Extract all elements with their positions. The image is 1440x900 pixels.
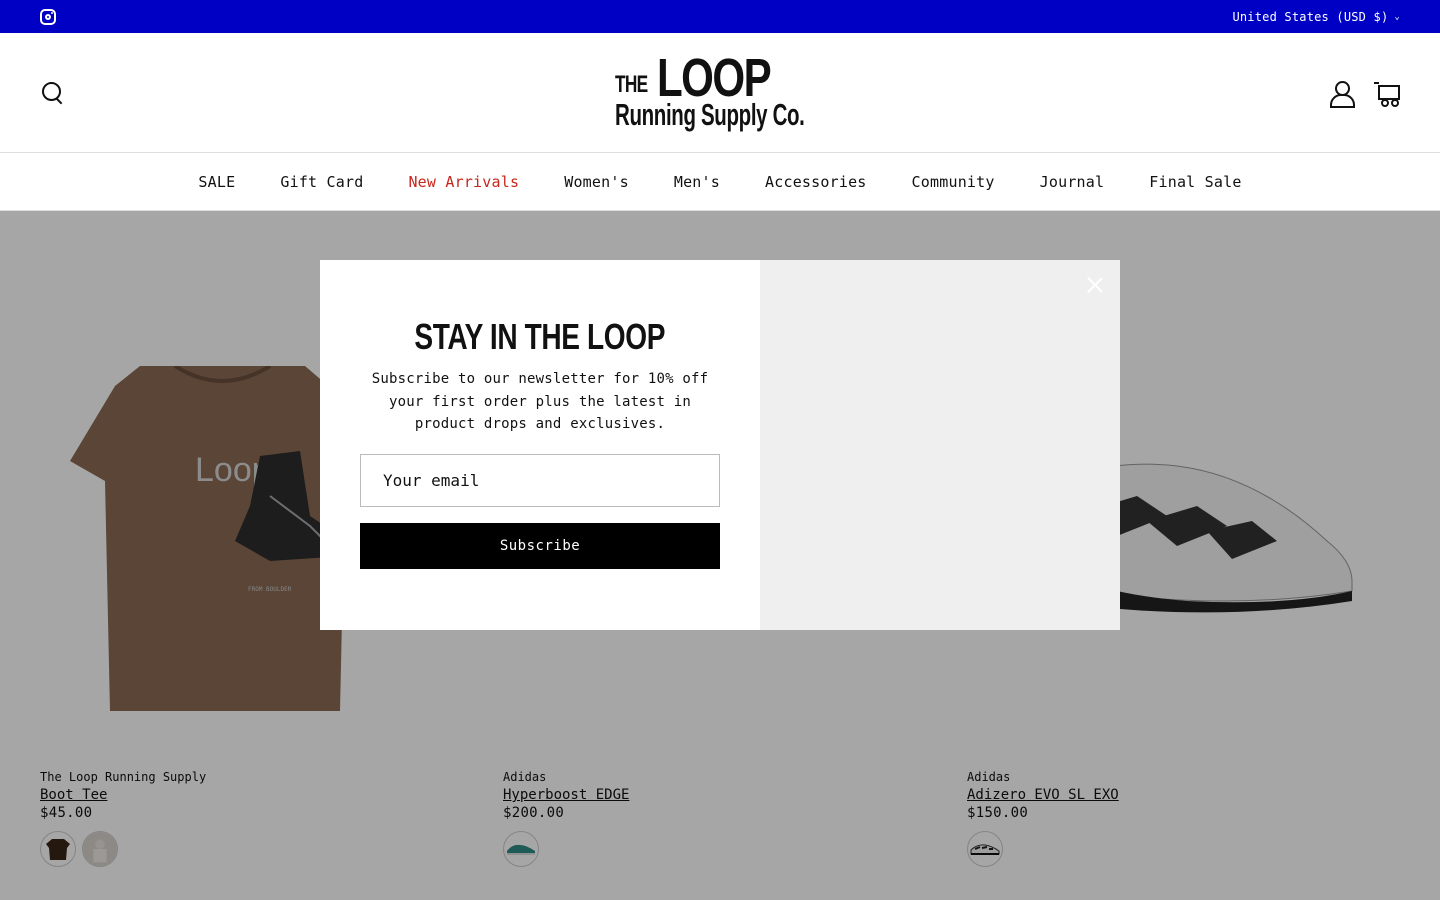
instagram-icon[interactable]: [40, 8, 56, 25]
logo-the: THE: [615, 71, 648, 98]
country-selector-label: United States (USD $): [1232, 9, 1389, 24]
modal-body: Subscribe to our newsletter for 10% off …: [371, 371, 709, 432]
site-header: THE LOOP Running Supply Co.: [0, 33, 1440, 153]
logo-subtitle: Running Supply Co.: [615, 97, 805, 132]
nav-item-community[interactable]: Community: [912, 173, 995, 191]
account-icon[interactable]: [1328, 80, 1355, 108]
main-nav: SALE Gift Card New Arrivals Women's Men'…: [0, 153, 1440, 211]
subscribe-button[interactable]: Subscribe: [360, 522, 720, 569]
nav-item-womens[interactable]: Women's: [564, 173, 629, 191]
nav-item-gift-card[interactable]: Gift Card: [280, 173, 363, 191]
close-icon[interactable]: [1086, 276, 1104, 294]
nav-item-sale[interactable]: SALE: [198, 173, 235, 191]
modal-image-panel: [760, 260, 1120, 630]
country-selector[interactable]: United States (USD $) ⌄: [1232, 10, 1400, 24]
nav-item-accessories[interactable]: Accessories: [765, 173, 867, 191]
search-icon[interactable]: [40, 80, 66, 106]
modal-heading: STAY IN THE LOOP: [414, 316, 666, 357]
cart-icon[interactable]: [1374, 80, 1400, 107]
newsletter-modal: STAY IN THE LOOP Subscribe to our newsle…: [320, 260, 1120, 630]
site-logo[interactable]: THE LOOP Running Supply Co.: [615, 51, 825, 133]
nav-item-final-sale[interactable]: Final Sale: [1149, 173, 1241, 191]
chevron-down-icon: ⌄: [1394, 11, 1400, 22]
nav-item-journal[interactable]: Journal: [1040, 173, 1105, 191]
email-field[interactable]: [360, 453, 720, 507]
nav-item-new-arrivals[interactable]: New Arrivals: [408, 173, 519, 191]
header-actions: [1328, 80, 1400, 108]
nav-item-mens[interactable]: Men's: [674, 173, 720, 191]
newsletter-form-panel: STAY IN THE LOOP Subscribe to our newsle…: [320, 260, 760, 630]
announcement-bar: United States (USD $) ⌄: [0, 0, 1440, 33]
